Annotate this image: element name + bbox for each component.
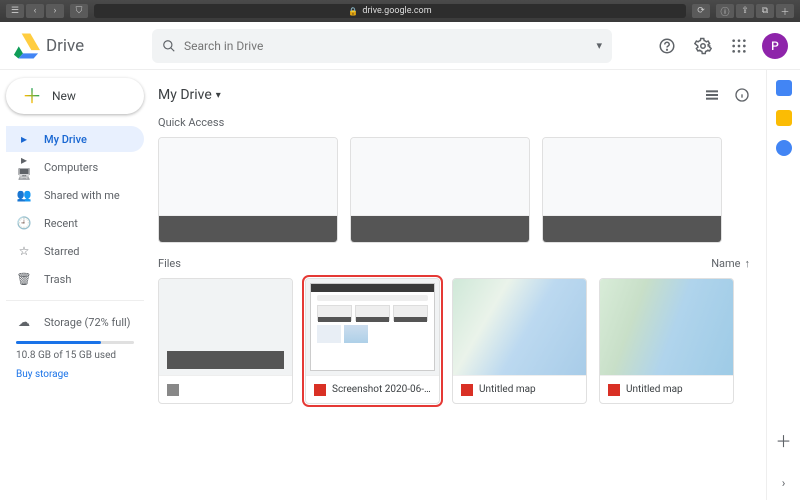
details-icon[interactable] xyxy=(734,87,750,103)
trash-icon: 🗑 xyxy=(16,272,32,286)
nav-starred[interactable]: ☆ Starred xyxy=(6,238,144,264)
recent-icon: 🕘 xyxy=(16,216,32,230)
app-name: Drive xyxy=(46,36,84,56)
share-icon[interactable]: ⇪ xyxy=(736,4,754,18)
new-tab-icon[interactable]: ＋ xyxy=(776,4,794,18)
file-card[interactable]: Untitled map xyxy=(599,278,734,404)
nav-fwd-icon[interactable]: › xyxy=(46,4,64,18)
search-input[interactable] xyxy=(184,39,596,53)
account-avatar[interactable]: P xyxy=(762,33,788,59)
quick-access-row xyxy=(158,137,750,243)
star-icon: ☆ xyxy=(16,244,32,258)
computers-icon: ▸🖥 xyxy=(16,153,32,181)
image-file-icon xyxy=(314,384,326,396)
storage-meter xyxy=(16,341,134,344)
drive-logo[interactable]: Drive xyxy=(12,32,142,60)
file-card[interactable] xyxy=(158,278,293,404)
nav-storage[interactable]: ☁ Storage (72% full) xyxy=(6,309,144,335)
quick-access-card[interactable] xyxy=(350,137,530,243)
breadcrumb[interactable]: My Drive ▾ xyxy=(158,87,221,103)
my-drive-icon: ▸ xyxy=(16,132,32,146)
plus-icon: ＋ xyxy=(22,86,42,106)
calendar-icon[interactable] xyxy=(776,80,792,96)
new-button-label: New xyxy=(52,89,76,103)
nav-label: My Drive xyxy=(44,133,87,146)
map-file-icon xyxy=(608,384,620,396)
storage-used: 10.8 GB of 15 GB used xyxy=(16,350,134,361)
new-button[interactable]: ＋ New xyxy=(6,78,144,114)
nav-label: Computers xyxy=(44,161,98,174)
nav-shared[interactable]: 👥 Shared with me xyxy=(6,182,144,208)
file-name: Untitled map xyxy=(479,384,536,395)
divider xyxy=(6,300,144,301)
lock-icon: 🔒 xyxy=(348,7,358,16)
quick-access-card[interactable] xyxy=(542,137,722,243)
arrow-up-icon: ↑ xyxy=(745,257,751,270)
keep-icon[interactable] xyxy=(776,110,792,126)
drive-logo-icon xyxy=(12,32,40,60)
files-grid: Screenshot 2020-06-… Untitled map Untitl… xyxy=(158,278,750,404)
files-heading: Files xyxy=(158,257,181,270)
support-icon[interactable] xyxy=(654,33,680,59)
sidebar: ＋ New ▸ My Drive ▸🖥 Computers 👥 Shared w… xyxy=(0,70,150,500)
map-preview xyxy=(600,279,733,375)
quick-access-card[interactable] xyxy=(158,137,338,243)
map-file-icon xyxy=(461,384,473,396)
file-name: Untitled map xyxy=(626,384,683,395)
map-preview xyxy=(453,279,586,375)
file-name: Screenshot 2020-06-… xyxy=(332,384,431,395)
file-type-icon xyxy=(167,384,179,396)
address-bar[interactable]: 🔒 drive.google.com xyxy=(94,4,686,18)
search-options-icon[interactable]: ▾ xyxy=(596,39,602,52)
search-bar[interactable]: ▾ xyxy=(152,29,612,63)
file-card-selected[interactable]: Screenshot 2020-06-… xyxy=(305,278,440,404)
app-header: Drive ▾ P xyxy=(0,22,800,70)
main-content: My Drive ▾ Quick Access Files Name ↑ xyxy=(150,70,766,500)
nav-recent[interactable]: 🕘 Recent xyxy=(6,210,144,236)
sort-label: Name xyxy=(711,257,740,270)
side-panel: ＋ › xyxy=(766,70,800,500)
info-icon[interactable]: ⓘ xyxy=(716,4,734,18)
sidebar-toggle-icon[interactable]: ☰ xyxy=(6,4,24,18)
nav-label: Shared with me xyxy=(44,189,120,202)
url-text: drive.google.com xyxy=(362,6,431,16)
sort-control[interactable]: Name ↑ xyxy=(711,257,750,270)
list-view-icon[interactable] xyxy=(704,87,720,103)
nav-computers[interactable]: ▸🖥 Computers xyxy=(6,154,144,180)
screenshot-preview xyxy=(310,283,435,371)
nav-trash[interactable]: 🗑 Trash xyxy=(6,266,144,292)
nav-back-icon[interactable]: ‹ xyxy=(26,4,44,18)
shared-icon: 👥 xyxy=(16,188,32,202)
breadcrumb-label: My Drive xyxy=(158,87,212,103)
chevron-down-icon: ▾ xyxy=(216,90,221,101)
nav-label: Recent xyxy=(44,217,78,230)
reload-icon[interactable]: ⟳ xyxy=(692,4,710,18)
buy-storage-link[interactable]: Buy storage xyxy=(16,369,134,380)
storage-icon: ☁ xyxy=(16,315,32,329)
settings-icon[interactable] xyxy=(690,33,716,59)
shield-icon[interactable]: ⛉ xyxy=(70,4,88,18)
add-addon-icon[interactable]: ＋ xyxy=(775,428,791,452)
tasks-icon[interactable] xyxy=(776,140,792,156)
nav-label: Trash xyxy=(44,273,71,286)
apps-grid-icon[interactable] xyxy=(726,33,752,59)
quick-access-heading: Quick Access xyxy=(158,116,750,129)
browser-chrome: ☰ ‹ › ⛉ 🔒 drive.google.com ⟳ ⓘ ⇪ ⧉ ＋ xyxy=(0,0,800,22)
search-icon xyxy=(162,39,176,53)
nav-my-drive[interactable]: ▸ My Drive xyxy=(6,126,144,152)
collapse-panel-icon[interactable]: › xyxy=(782,476,786,490)
file-card[interactable]: Untitled map xyxy=(452,278,587,404)
storage-label: Storage (72% full) xyxy=(44,316,131,329)
tabs-icon[interactable]: ⧉ xyxy=(756,4,774,18)
nav-label: Starred xyxy=(44,245,80,258)
